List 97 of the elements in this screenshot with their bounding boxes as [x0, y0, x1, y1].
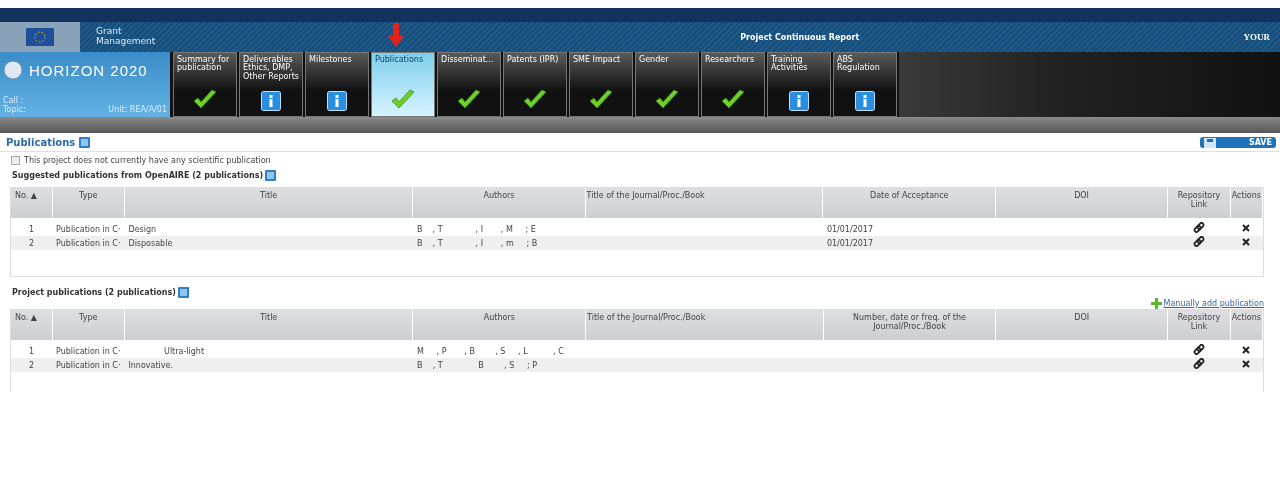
- tab[interactable]: Gender: [635, 52, 699, 117]
- column-header[interactable]: Title of the Journal/Proc./Book: [585, 310, 824, 340]
- column-header[interactable]: Authors: [413, 310, 586, 340]
- tab-label: ABS Regulation: [837, 56, 881, 73]
- table-cell: 01/01/2017: [826, 224, 873, 234]
- delete-icon: [1242, 346, 1251, 354]
- unit-label: Unit: REA/A/01: [108, 105, 167, 114]
- check-icon: [455, 87, 483, 111]
- column-header[interactable]: Repository Link: [1167, 310, 1231, 340]
- plus-icon: [1150, 298, 1162, 309]
- tab-label: Gender: [639, 56, 669, 65]
- tab[interactable]: Summary for publication: [173, 52, 237, 117]
- column-header[interactable]: Title: [124, 188, 413, 218]
- section-title: Project publications (2 publications): [12, 288, 176, 297]
- arrow-icon: [388, 23, 404, 47]
- table-cell: Innovative.: [128, 360, 174, 370]
- help-icon: [265, 170, 277, 181]
- delete-icon: [1242, 238, 1251, 246]
- column-header[interactable]: No. ▲: [11, 188, 53, 218]
- table-cell: Design: [128, 224, 157, 234]
- column-header[interactable]: DOI: [995, 310, 1168, 340]
- tab[interactable]: Researchers: [701, 52, 765, 117]
- tab-label: Training Activities: [771, 56, 809, 73]
- tab[interactable]: Patents (IPR): [503, 52, 567, 117]
- program-name: HORIZON 2020: [29, 61, 148, 79]
- tab-label: Researchers: [705, 56, 755, 65]
- delete-icon: [1242, 360, 1251, 368]
- info-icon: [261, 91, 281, 111]
- tab[interactable]: Milestones: [305, 52, 369, 117]
- table-cell: B , T B , S ; P: [417, 360, 537, 370]
- column-header[interactable]: Type: [52, 188, 125, 218]
- table-cell: M , P , B , S , L , C: [417, 346, 564, 356]
- tab-label: Deliverables Ethics, DMP, Other Reports: [243, 56, 299, 82]
- tab[interactable]: Disseminat...: [437, 52, 501, 117]
- topic-label: Topic:: [3, 105, 26, 114]
- column-header[interactable]: Actions: [1230, 188, 1263, 218]
- tab-label: Patents (IPR): [507, 56, 559, 65]
- info-icon: [789, 91, 809, 111]
- column-header[interactable]: Number, date or freq. of the Journal/Proc./Book: [823, 310, 996, 340]
- check-icon: [587, 87, 615, 111]
- table-cell: Disposable: [128, 238, 173, 248]
- link-icon: [1192, 358, 1205, 370]
- column-header[interactable]: DOI: [995, 188, 1168, 218]
- logo-text: YOUR: [1243, 32, 1270, 42]
- table-cell: 2: [28, 360, 35, 370]
- column-header[interactable]: Actions: [1230, 310, 1263, 340]
- table-cell: Publication in C·: [56, 360, 121, 370]
- window-title: Project Continuous Report: [739, 32, 861, 42]
- column-header[interactable]: Title: [124, 310, 413, 340]
- table-cell: 1: [29, 224, 35, 234]
- column-header[interactable]: Title of the Journal/Proc./Book: [585, 188, 823, 218]
- check-icon: [191, 87, 219, 111]
- help-icon: [79, 137, 91, 148]
- call-label: Call :: [3, 96, 25, 105]
- info-icon: [327, 91, 347, 111]
- tab[interactable]: Deliverables Ethics, DMP, Other Reports: [239, 52, 303, 117]
- tab-label: Summary for publication: [177, 56, 231, 73]
- column-header[interactable]: Date of Acceptance: [822, 188, 996, 218]
- table-cell-text: Ultra-light: [163, 346, 205, 356]
- tab-label: Milestones: [309, 56, 352, 65]
- tab[interactable]: SME Impact: [569, 52, 633, 117]
- save-button[interactable]: SAVE: [1200, 137, 1276, 148]
- table-cell: Publication in C·: [56, 346, 121, 356]
- tab-label: Publications: [375, 56, 424, 65]
- table-cell: B , T , I , M ; E: [416, 224, 536, 234]
- info-icon: [855, 91, 875, 111]
- tab-label: SME Impact: [573, 56, 621, 65]
- checkbox[interactable]: [11, 156, 20, 165]
- link-icon: [1192, 236, 1205, 248]
- column-header[interactable]: No. ▲: [11, 310, 52, 340]
- check-icon: [521, 87, 549, 111]
- checkbox-label: This project does not currently have any scientific publication: [24, 156, 271, 165]
- link-icon: [1192, 222, 1205, 234]
- table-cell: B , T , I , m ; B: [416, 238, 538, 248]
- link-icon: [1192, 344, 1205, 356]
- brand-label: Grant Management: [96, 27, 156, 47]
- table-cell: Publication in C·: [56, 238, 121, 248]
- check-icon: [389, 87, 417, 111]
- check-icon: [719, 87, 747, 111]
- table-cell: 1: [28, 346, 35, 356]
- page-title: Publications: [6, 137, 76, 148]
- section-title: Suggested publications from OpenAIRE (2 publications): [12, 171, 264, 180]
- tab[interactable]: ABS Regulation: [833, 52, 897, 117]
- help-icon: [177, 287, 189, 298]
- flag-icon: [26, 28, 54, 46]
- add-publication-link[interactable]: Manually add publication: [1163, 299, 1264, 308]
- column-header[interactable]: Repository Link: [1167, 188, 1231, 218]
- tab[interactable]: Training Activities: [767, 52, 831, 117]
- globe-icon: [3, 60, 23, 80]
- table-cell: Publication in C·: [56, 224, 121, 234]
- check-icon: [653, 87, 681, 111]
- column-header[interactable]: Authors: [412, 188, 586, 218]
- column-header[interactable]: Type: [52, 310, 125, 340]
- table-cell: 2: [29, 238, 35, 248]
- delete-icon: [1242, 224, 1251, 232]
- tab-label: Disseminat...: [441, 56, 494, 65]
- table-cell: 01/01/2017: [826, 238, 873, 248]
